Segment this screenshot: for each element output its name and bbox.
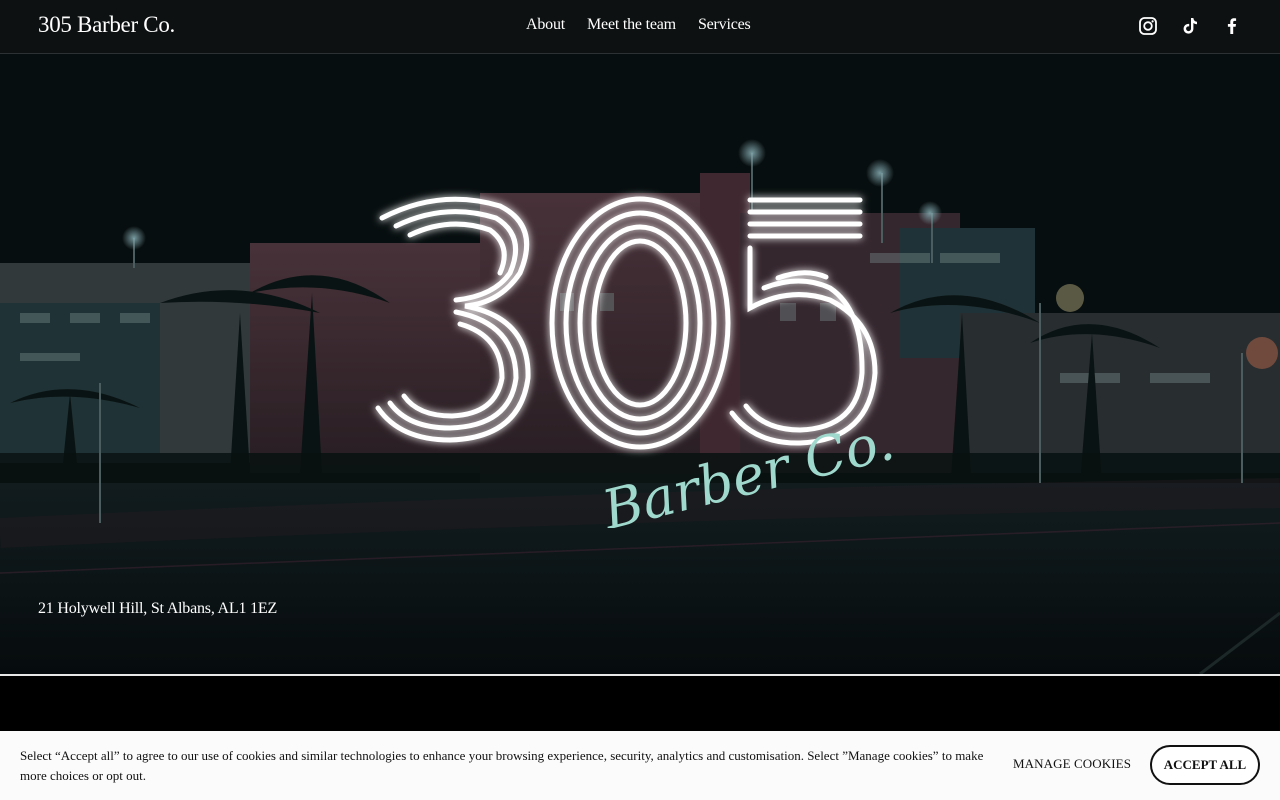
social-links: [1138, 16, 1242, 36]
manage-cookies-button[interactable]: MANAGE COOKIES: [1013, 756, 1131, 772]
site-header: 305 Barber Co. About Meet the team Servi…: [0, 0, 1280, 54]
accept-all-button[interactable]: ACCEPT ALL: [1150, 745, 1260, 785]
tiktok-icon[interactable]: [1180, 16, 1200, 36]
cookie-banner-text: Select “Accept all” to agree to our use …: [20, 748, 984, 783]
site-title-link[interactable]: 305 Barber Co.: [38, 12, 175, 38]
instagram-icon[interactable]: [1138, 16, 1158, 36]
nav-link-meet-the-team[interactable]: Meet the team: [587, 16, 676, 34]
nav-link-services[interactable]: Services: [698, 16, 751, 34]
address-text: 21 Holywell Hill, St Albans, AL1 1EZ: [38, 600, 278, 617]
cookie-banner: Select “Accept all” to agree to our use …: [0, 731, 1280, 800]
hero-logo-305-barber-co: Barber Co.: [375, 196, 900, 528]
facebook-icon[interactable]: [1222, 16, 1242, 36]
main-nav: About Meet the team Services: [526, 16, 751, 34]
page: 305 Barber Co. About Meet the team Servi…: [0, 0, 1280, 800]
nav-link-about[interactable]: About: [526, 16, 565, 34]
hero-section: Barber Co. 21 Holywell Hill, St Albans, …: [0, 53, 1280, 674]
